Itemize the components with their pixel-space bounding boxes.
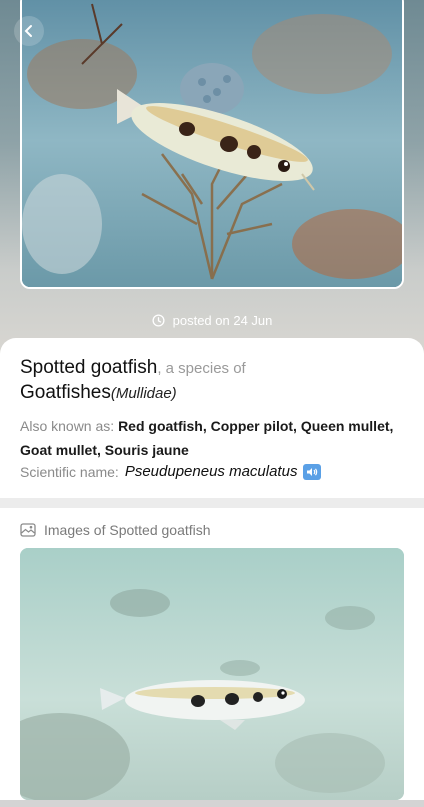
aka-label: Also known as: — [20, 418, 119, 434]
title-line: Spotted goatfish, a species of — [20, 356, 404, 381]
also-known-as: Also known as: Red goatfish, Copper pilo… — [20, 414, 404, 462]
speaker-icon[interactable] — [303, 463, 322, 480]
scientific-name-label: Scientific name: — [20, 463, 119, 480]
back-button[interactable] — [14, 16, 44, 46]
clock-icon — [152, 314, 165, 327]
gallery-image[interactable] — [20, 548, 404, 800]
gallery-icon — [20, 523, 36, 537]
bottom-bar — [0, 800, 424, 807]
species-common-name: Spotted goatfish — [20, 357, 158, 378]
posted-date: posted on 24 Jun — [0, 313, 424, 328]
images-section: Images of Spotted goatfish — [0, 508, 424, 807]
images-section-title: Images of Spotted goatfish — [44, 522, 211, 538]
section-divider — [0, 498, 424, 508]
species-of-text: , a species of — [157, 360, 246, 377]
images-section-header: Images of Spotted goatfish — [20, 522, 211, 538]
family-latin-name: (Mullidae) — [110, 385, 177, 402]
family-name-link[interactable]: Goatfishes — [20, 382, 111, 403]
chevron-left-icon — [24, 25, 32, 37]
family-line[interactable]: Goatfishes(Mullidae) — [20, 381, 177, 406]
scientific-name-value: Pseudupeneus maculatus — [124, 463, 298, 480]
scientific-name-row: Scientific name: Pseudupeneus maculatus — [20, 463, 322, 480]
main-photo[interactable] — [20, 0, 404, 289]
species-info-card: Spotted goatfish, a species of Goatfishe… — [0, 338, 424, 498]
posted-text: posted on 24 Jun — [172, 313, 273, 328]
